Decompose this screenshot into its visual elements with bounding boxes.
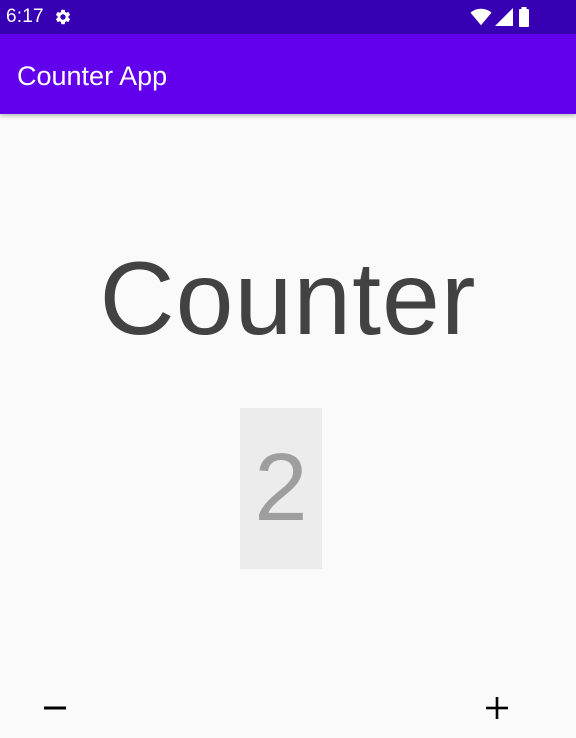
status-time: 6:17 bbox=[6, 6, 44, 27]
status-icons bbox=[470, 7, 540, 27]
increment-button[interactable] bbox=[469, 680, 525, 736]
app-bar: Counter App bbox=[0, 34, 576, 114]
cell-signal-icon bbox=[495, 8, 513, 26]
counter-value: 2 bbox=[254, 434, 308, 541]
counter-value-box: 2 bbox=[240, 408, 322, 569]
app-title: Counter App bbox=[17, 61, 168, 91]
status-bar: 6:17 bbox=[0, 0, 576, 34]
counter-heading: Counter bbox=[99, 241, 477, 357]
wifi-icon bbox=[470, 8, 492, 26]
battery-icon bbox=[519, 7, 529, 27]
minus-icon bbox=[44, 706, 66, 710]
gear-icon bbox=[55, 9, 71, 25]
plus-icon bbox=[486, 697, 508, 719]
decrement-button[interactable] bbox=[27, 680, 83, 736]
